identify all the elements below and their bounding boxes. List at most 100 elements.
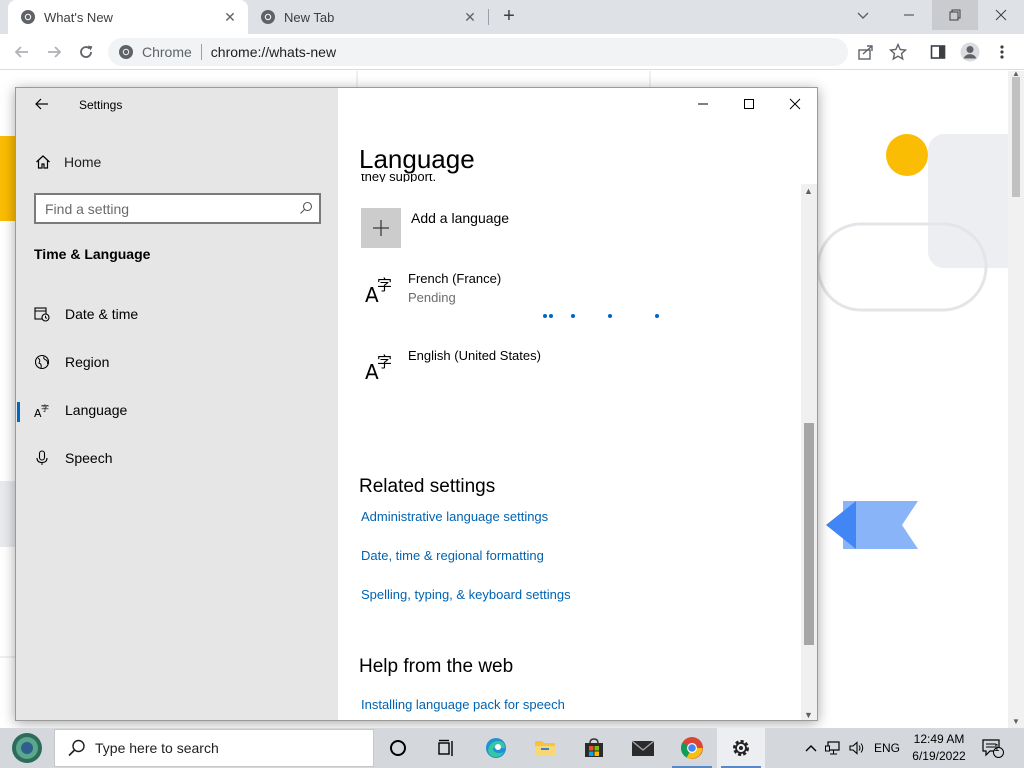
sidebar-item-label: Speech — [65, 450, 113, 466]
bookmark-star-icon[interactable] — [886, 40, 910, 64]
share-icon[interactable] — [854, 40, 878, 64]
help-heading: Help from the web — [359, 656, 514, 677]
network-icon[interactable] — [822, 728, 844, 768]
chrome-site-icon — [118, 44, 134, 60]
scroll-down-arrow-icon[interactable]: ▼ — [1012, 717, 1020, 726]
kebab-menu-icon[interactable] — [990, 40, 1014, 64]
omnibox-divider — [200, 44, 202, 60]
scroll-up-arrow-icon[interactable]: ▲ — [804, 186, 813, 196]
microphone-icon — [34, 450, 50, 466]
language-status: Pending — [408, 290, 456, 305]
sidebar-item-region[interactable]: Region — [16, 344, 338, 380]
scroll-down-arrow-icon[interactable]: ▼ — [804, 710, 813, 720]
new-tab-button[interactable]: + — [497, 5, 521, 29]
clock-time: 12:49 AM — [913, 732, 965, 746]
tab-search-chevron-icon[interactable] — [852, 6, 874, 26]
link-language-pack-speech[interactable]: Installing language pack for speech — [361, 697, 565, 712]
start-orb-icon — [12, 733, 42, 763]
file-explorer-icon[interactable] — [521, 728, 569, 768]
sidebar-item-label: Region — [65, 354, 110, 370]
search-icon[interactable] — [299, 201, 313, 215]
settings-minimize-button[interactable] — [680, 88, 726, 120]
language-glyph-icon: A字 — [365, 276, 393, 307]
progress-dot — [571, 314, 575, 318]
edge-icon[interactable] — [472, 728, 520, 768]
close-tab-icon[interactable]: ✕ — [220, 7, 240, 27]
sidebar-item-label: Language — [65, 402, 128, 418]
add-language-label: Add a language — [411, 210, 510, 226]
page-scrollbar[interactable]: ▲ ▼ — [1008, 69, 1024, 728]
sidebar-section-title: Time & Language — [34, 246, 151, 262]
settings-gear-icon[interactable] — [717, 728, 765, 768]
mail-icon[interactable] — [619, 728, 667, 768]
forward-arrow-icon[interactable] — [40, 38, 68, 66]
browser-restore-button[interactable] — [932, 0, 978, 30]
settings-close-button[interactable] — [772, 88, 817, 120]
notification-center-icon[interactable]: 1 — [978, 728, 1008, 768]
chrome-favicon-icon — [260, 9, 276, 25]
taskbar: Type here to search ENG 12:49 AM 6/19/20… — [0, 728, 1024, 768]
sidebar-item-label: Home — [64, 154, 102, 170]
settings-maximize-button[interactable] — [726, 88, 772, 120]
address-bar[interactable]: Chrome chrome://whats-new — [108, 38, 848, 66]
settings-content: Language they support. Add a language A字… — [338, 88, 817, 720]
close-tab-icon[interactable]: ✕ — [460, 7, 480, 27]
taskbar-search-box[interactable]: Type here to search — [54, 729, 374, 767]
tab-new-tab[interactable]: New Tab ✕ — [250, 0, 488, 34]
side-panel-icon[interactable] — [926, 40, 950, 64]
search-icon — [67, 738, 87, 758]
microsoft-store-icon[interactable] — [570, 728, 618, 768]
sidebar-item-date-time[interactable]: Date & time — [16, 296, 338, 332]
content-scroll-thumb[interactable] — [804, 423, 814, 645]
sidebar-item-home[interactable]: Home — [34, 150, 324, 174]
browser-close-button[interactable] — [978, 0, 1024, 30]
language-name: French (France) — [408, 271, 502, 286]
progress-dot — [543, 314, 547, 318]
profile-avatar-icon[interactable] — [958, 40, 982, 64]
clock[interactable]: 12:49 AM 6/19/2022 — [906, 731, 972, 765]
page-title: Language — [359, 144, 475, 174]
sidebar-item-language[interactable]: A字 Language — [16, 392, 338, 428]
input-language-indicator[interactable]: ENG — [870, 728, 904, 768]
link-admin-language-settings[interactable]: Administrative language settings — [361, 509, 548, 524]
url-text: chrome://whats-new — [210, 44, 337, 60]
site-chip-label: Chrome — [142, 44, 192, 60]
calendar-clock-icon — [34, 306, 50, 322]
add-language-button[interactable]: Add a language — [361, 208, 661, 248]
browser-minimize-button[interactable] — [886, 0, 932, 30]
show-hidden-icons-chevron-icon[interactable] — [800, 728, 822, 768]
start-button[interactable] — [6, 732, 48, 764]
tab-whats-new[interactable]: What's New ✕ — [8, 0, 248, 34]
page-scroll-thumb[interactable] — [1012, 77, 1020, 197]
task-view-icon[interactable] — [422, 728, 470, 768]
clipped-description: they support. — [361, 174, 437, 182]
selected-indicator — [17, 402, 20, 422]
notification-count: 1 — [994, 743, 1000, 754]
sidebar-item-label: Date & time — [65, 306, 139, 322]
back-arrow-icon[interactable] — [32, 94, 52, 114]
reload-icon[interactable] — [72, 38, 100, 66]
find-setting-input[interactable]: Find a setting — [34, 193, 321, 224]
settings-sidebar: Settings Home Find a setting Time & Lang… — [16, 88, 338, 720]
progress-dot — [655, 314, 659, 318]
plus-icon — [361, 208, 401, 248]
language-item-english[interactable]: A字 English (United States) — [361, 348, 701, 392]
back-arrow-icon[interactable] — [8, 38, 36, 66]
cortana-icon[interactable] — [374, 728, 422, 768]
volume-icon[interactable] — [846, 728, 868, 768]
chrome-taskbar-icon[interactable] — [668, 728, 716, 768]
tab-title: New Tab — [284, 9, 335, 25]
link-date-time-regional[interactable]: Date, time & regional formatting — [361, 548, 544, 563]
browser-toolbar: Chrome chrome://whats-new — [0, 34, 1024, 70]
content-scrollbar[interactable]: ▲ ▼ — [801, 184, 817, 720]
link-spelling-typing-keyboard[interactable]: Spelling, typing, & keyboard settings — [361, 587, 571, 602]
tab-title: What's New — [44, 9, 113, 25]
tab-strip: What's New ✕ New Tab ✕ + — [0, 0, 1024, 34]
globe-icon — [34, 354, 50, 370]
language-item-french[interactable]: A字 French (France) Pending — [361, 271, 701, 315]
chrome-favicon-icon — [20, 9, 36, 25]
sidebar-item-speech[interactable]: Speech — [16, 440, 338, 476]
language-icon: A字 — [34, 402, 50, 418]
progress-dot — [608, 314, 612, 318]
settings-window-title: Settings — [79, 98, 123, 112]
